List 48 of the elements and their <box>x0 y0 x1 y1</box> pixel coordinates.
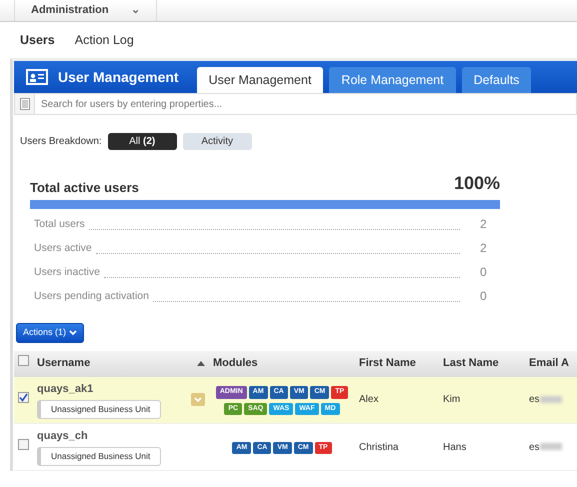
sort-up-icon[interactable] <box>197 361 205 366</box>
row-checkbox[interactable] <box>18 439 29 450</box>
stat-value: 2 <box>480 216 488 233</box>
stats-title: Total active users <box>30 178 139 196</box>
subnav-tab[interactable]: Action Log <box>74 31 134 58</box>
stat-label: Total users <box>34 217 85 232</box>
table-cell: Christina <box>355 424 439 470</box>
breakdown-button[interactable]: Activity <box>182 133 252 150</box>
table-cell: Kim <box>439 376 525 424</box>
stat-value: 2 <box>480 240 488 257</box>
business-unit-tag: Unassigned Business Unit <box>37 447 162 466</box>
business-unit-tag: Unassigned Business Unit <box>37 400 162 419</box>
panel-title: User Management <box>58 68 179 87</box>
tab[interactable]: Defaults <box>462 67 532 93</box>
stat-label: Users pending activation <box>34 289 149 304</box>
stat-value: 0 <box>480 288 488 305</box>
user-card-icon <box>26 69 48 85</box>
stats-percent: 100% <box>454 172 500 195</box>
column-header[interactable]: Last Name <box>439 350 525 376</box>
chevron-icon <box>194 396 202 403</box>
stat-label: Users active <box>34 241 92 256</box>
column-header[interactable]: Modules <box>209 350 355 376</box>
table-cell: Hans <box>439 424 525 470</box>
breakdown-label: Users Breakdown: <box>20 135 102 149</box>
table-cell: Alex <box>355 376 439 424</box>
tab[interactable]: Role Management <box>329 67 456 93</box>
stat-label: Users inactive <box>34 265 100 280</box>
email-text: es <box>529 394 540 406</box>
row-checkbox[interactable] <box>18 392 29 404</box>
select-all-checkbox[interactable] <box>18 355 29 366</box>
chevron-icon: ⌄ <box>131 2 140 19</box>
breakdown-button[interactable]: All (2) <box>108 133 177 150</box>
expand-button[interactable] <box>191 393 205 406</box>
actions-button[interactable]: Actions (1) <box>16 323 84 342</box>
stat-value: 0 <box>480 264 488 281</box>
username: quays_ch <box>37 428 89 444</box>
username: quays_ak1 <box>37 382 94 397</box>
subnav-tab[interactable]: Users <box>20 31 55 58</box>
column-header[interactable]: Email A <box>525 350 577 376</box>
email-text: es <box>529 442 540 452</box>
list-icon <box>20 98 30 110</box>
column-header[interactable]: First Name <box>355 350 439 376</box>
column-header[interactable]: Username <box>37 355 90 372</box>
tab[interactable]: User Management <box>196 67 324 93</box>
redacted-text <box>540 396 562 404</box>
redacted-text <box>540 443 562 450</box>
search-field[interactable]: Search for users by entering properties... <box>14 93 577 115</box>
chevron-icon <box>68 330 77 336</box>
